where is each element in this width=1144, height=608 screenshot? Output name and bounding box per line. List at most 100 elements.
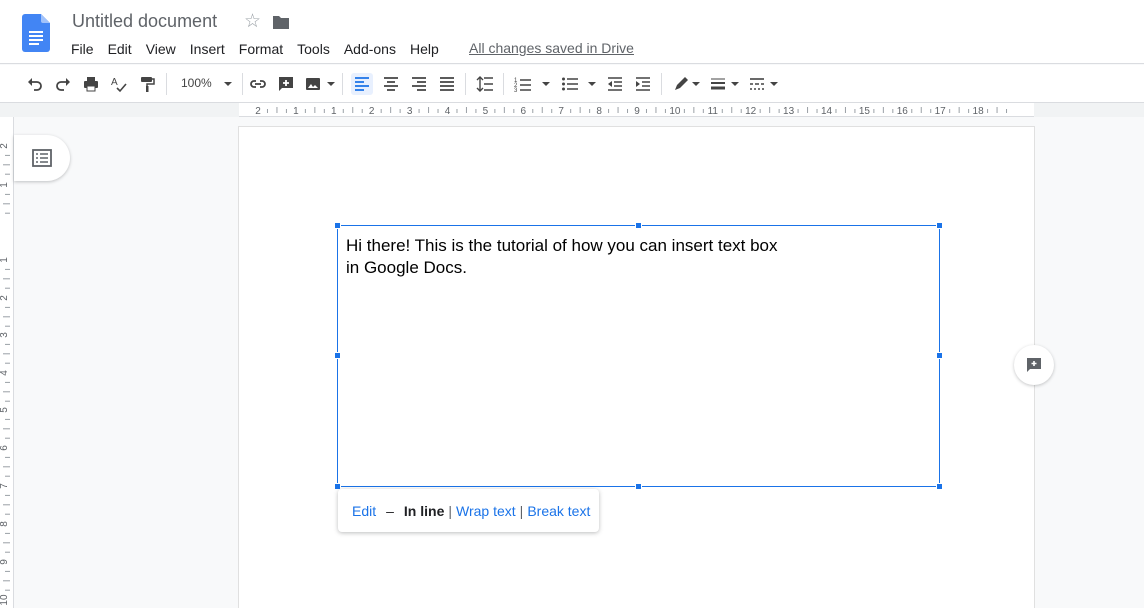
folder-icon[interactable]	[272, 13, 290, 31]
numbered-list-icon[interactable]: 123	[512, 73, 534, 95]
ruler-label: 11	[708, 106, 719, 117]
vertical-ruler-label: 4	[0, 370, 10, 376]
vertical-ruler-label: 1	[0, 257, 10, 263]
toolbar-divider	[465, 73, 466, 95]
vertical-ruler-label: 10	[0, 594, 10, 606]
ruler-label: 4	[445, 106, 451, 117]
spellcheck-icon[interactable]: A	[108, 73, 130, 95]
vertical-ruler-label: 5	[0, 407, 10, 413]
resize-handle-top-left[interactable]	[334, 222, 341, 229]
border-dash-dropdown-icon[interactable]	[770, 82, 778, 86]
align-center-icon[interactable]	[380, 73, 402, 95]
bulleted-list-icon[interactable]	[559, 73, 581, 95]
border-weight-icon[interactable]	[707, 73, 729, 95]
bulleted-list-dropdown-icon[interactable]	[588, 82, 596, 86]
menu-format[interactable]: Format	[232, 39, 290, 59]
toolbar: A 100% 123	[0, 65, 1144, 103]
svg-text:A: A	[111, 77, 118, 88]
toolbar-divider	[242, 73, 243, 95]
border-color-dropdown-icon[interactable]	[692, 82, 700, 86]
popup-separator: |	[448, 502, 453, 519]
resize-handle-middle-left[interactable]	[334, 352, 341, 359]
resize-handle-top-center[interactable]	[635, 222, 642, 229]
ruler-label: 17	[935, 106, 947, 117]
break-text-option[interactable]: Break text	[527, 503, 590, 519]
paint-format-icon[interactable]	[136, 73, 158, 95]
ruler-label: 5	[483, 106, 489, 117]
resize-handle-top-right[interactable]	[936, 222, 943, 229]
menu-tools[interactable]: Tools	[290, 39, 337, 59]
menu-bar: File Edit View Insert Format Tools Add-o…	[64, 39, 446, 59]
vertical-ruler-label: 8	[0, 521, 10, 527]
menu-view[interactable]: View	[139, 39, 183, 59]
ruler-label: 6	[521, 106, 527, 117]
save-status-link[interactable]: All changes saved in Drive	[469, 40, 634, 56]
wrap-text-option[interactable]: Wrap text	[456, 503, 516, 519]
ruler-label: 8	[596, 106, 602, 117]
svg-text:3: 3	[514, 88, 518, 93]
link-icon[interactable]	[247, 73, 269, 95]
increase-indent-icon[interactable]	[632, 73, 654, 95]
toolbar-divider	[342, 73, 343, 95]
ruler-label: 10	[669, 106, 681, 117]
zoom-dropdown-icon[interactable]	[224, 82, 232, 86]
toolbar-divider	[503, 73, 504, 95]
vertical-ruler-label: 1	[0, 182, 10, 188]
zoom-select[interactable]: 100%	[181, 76, 212, 90]
menu-insert[interactable]: Insert	[183, 39, 232, 59]
add-comment-icon[interactable]	[275, 73, 297, 95]
vertical-ruler-label: 9	[0, 559, 10, 565]
border-color-icon[interactable]	[670, 73, 692, 95]
image-dropdown-icon[interactable]	[327, 82, 335, 86]
menu-help[interactable]: Help	[403, 39, 446, 59]
vertical-ruler-label: 3	[0, 332, 10, 338]
ruler-label: 16	[897, 106, 909, 117]
resize-handle-bottom-center[interactable]	[635, 483, 642, 490]
toolbar-divider	[661, 73, 662, 95]
align-left-icon[interactable]	[351, 73, 373, 95]
text-box-content[interactable]: Hi there! This is the tutorial of how yo…	[346, 235, 786, 279]
add-comment-button[interactable]	[1014, 345, 1054, 385]
print-icon[interactable]	[80, 73, 102, 95]
resize-handle-bottom-right[interactable]	[936, 483, 943, 490]
ruler-label: 7	[558, 106, 564, 117]
drawing-options-popup: Edit – In line | Wrap text | Break text	[338, 489, 599, 532]
menu-edit[interactable]: Edit	[101, 39, 139, 59]
document-title[interactable]: Untitled document	[72, 11, 217, 32]
toolbar-divider	[166, 73, 167, 95]
horizontal-ruler-labels: 2 1 1 2 3 4 5 6 7 8 9 10 11 12 13 14 15 16 17 18	[255, 106, 1008, 117]
align-right-icon[interactable]	[408, 73, 430, 95]
line-spacing-icon[interactable]	[474, 73, 496, 95]
popup-dash: –	[386, 502, 394, 519]
ruler-label: 2	[369, 106, 375, 117]
menu-add-ons[interactable]: Add-ons	[337, 39, 403, 59]
numbered-list-dropdown-icon[interactable]	[542, 82, 550, 86]
redo-icon[interactable]	[52, 73, 74, 95]
inline-option[interactable]: In line	[404, 503, 444, 519]
text-box-drawing[interactable]: Hi there! This is the tutorial of how yo…	[337, 225, 940, 487]
vertical-ruler-label: 2	[0, 143, 10, 149]
title-bar: Untitled document ☆ File Edit View Inser…	[0, 0, 1144, 64]
ruler-label: 1	[293, 106, 299, 117]
undo-icon[interactable]	[24, 73, 46, 95]
image-icon[interactable]	[302, 73, 324, 95]
star-icon[interactable]: ☆	[244, 10, 261, 33]
vertical-ruler-label: 2	[0, 295, 10, 301]
vertical-ruler[interactable]: 2 1 1 2 3 4 5 6 7 8 9 10	[0, 117, 14, 608]
vertical-ruler-label: 6	[0, 445, 10, 451]
edit-drawing-link[interactable]: Edit	[352, 503, 376, 519]
add-comment-icon	[1027, 358, 1041, 372]
resize-handle-middle-right[interactable]	[936, 352, 943, 359]
docs-logo-icon[interactable]	[22, 14, 50, 52]
ruler-label: 14	[821, 106, 833, 117]
border-dash-icon[interactable]	[746, 73, 768, 95]
menu-file[interactable]: File	[64, 39, 101, 59]
justify-icon[interactable]	[436, 73, 458, 95]
document-outline-button[interactable]	[14, 135, 70, 181]
border-weight-dropdown-icon[interactable]	[731, 82, 739, 86]
ruler-label: 13	[783, 106, 795, 117]
ruler-label: 1	[331, 106, 337, 117]
vertical-ruler-label: 7	[0, 483, 10, 489]
decrease-indent-icon[interactable]	[604, 73, 626, 95]
outline-icon	[32, 149, 52, 167]
